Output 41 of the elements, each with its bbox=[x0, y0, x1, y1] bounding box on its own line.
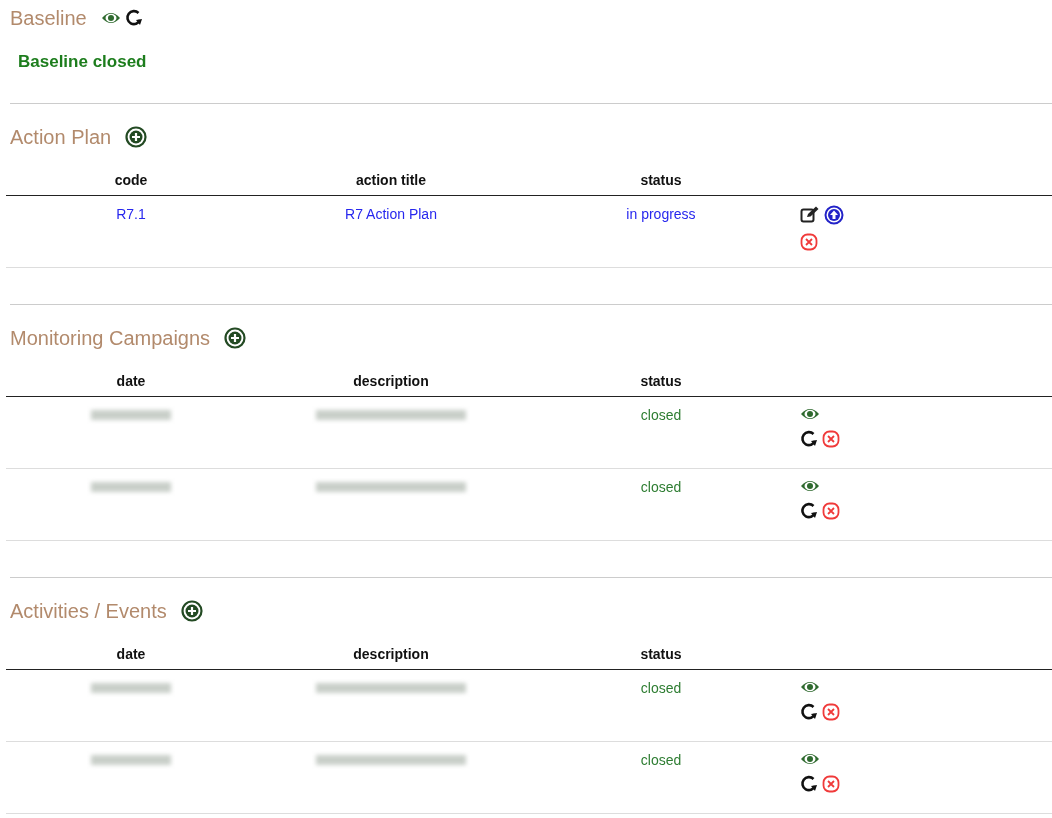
column-header: status bbox=[640, 646, 682, 662]
section-title: Activities / Events bbox=[10, 599, 167, 623]
delete-icon[interactable] bbox=[822, 703, 840, 721]
column-header: status bbox=[640, 373, 682, 389]
reload-icon[interactable] bbox=[800, 502, 818, 520]
add-icon[interactable] bbox=[180, 600, 203, 622]
table-cell: in progress bbox=[626, 206, 696, 222]
eye-icon[interactable] bbox=[800, 679, 820, 695]
column-header: action title bbox=[356, 172, 426, 188]
delete-icon[interactable] bbox=[800, 233, 818, 251]
add-icon[interactable] bbox=[224, 327, 247, 349]
eye-icon[interactable] bbox=[800, 478, 820, 494]
reload-icon[interactable] bbox=[800, 775, 818, 793]
reload-icon[interactable] bbox=[800, 430, 818, 448]
eye-icon[interactable] bbox=[800, 751, 820, 767]
column-header: description bbox=[353, 646, 429, 662]
table-cell: R7 Action Plan bbox=[345, 206, 437, 222]
table-cell: closed bbox=[640, 680, 682, 696]
reload-icon[interactable] bbox=[800, 703, 818, 721]
column-header: code bbox=[114, 172, 148, 188]
add-icon[interactable] bbox=[125, 126, 148, 148]
delete-icon[interactable] bbox=[822, 775, 840, 793]
reload-icon[interactable] bbox=[124, 9, 143, 27]
table-cell: closed bbox=[640, 752, 682, 768]
baseline-status: Baseline closed bbox=[17, 51, 148, 72]
column-header: date bbox=[116, 373, 146, 389]
eye-icon[interactable] bbox=[100, 10, 121, 26]
table-cell: closed bbox=[640, 479, 682, 495]
delete-icon[interactable] bbox=[822, 502, 840, 520]
delete-icon[interactable] bbox=[822, 430, 840, 448]
edit-icon[interactable] bbox=[800, 206, 820, 224]
table-cell: closed bbox=[640, 407, 682, 423]
column-header: status bbox=[640, 172, 682, 188]
upload-icon[interactable] bbox=[824, 205, 844, 225]
column-header: description bbox=[353, 373, 429, 389]
table-cell: R7.1 bbox=[116, 206, 146, 222]
section-title: Action Plan bbox=[10, 125, 112, 149]
column-header: date bbox=[116, 646, 146, 662]
section-title: Baseline bbox=[10, 6, 87, 30]
section-title: Monitoring Campaigns bbox=[10, 326, 211, 350]
eye-icon[interactable] bbox=[800, 406, 820, 422]
